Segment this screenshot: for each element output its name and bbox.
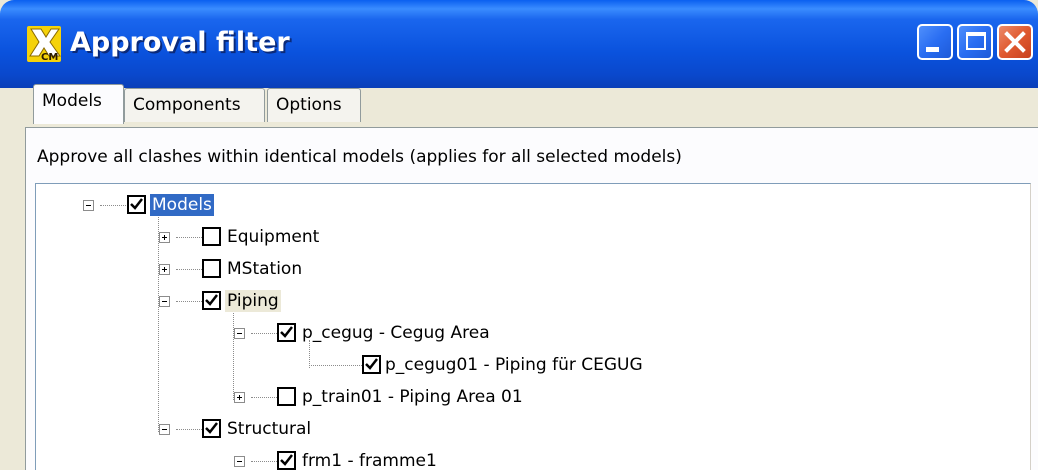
tree-node-label[interactable]: Structural (225, 418, 313, 440)
tab-options[interactable]: Options (267, 88, 361, 122)
checkbox-structural[interactable] (202, 419, 221, 438)
approval-filter-dialog: CM Approval filter Models Components Opt… (0, 0, 1038, 470)
minimize-button[interactable] (917, 24, 953, 60)
tree-node-equipment[interactable]: Equipment (36, 223, 436, 251)
collapse-icon[interactable] (159, 296, 170, 307)
maximize-icon (966, 32, 986, 50)
tab-strip: Models Components Options (0, 84, 1038, 130)
checkbox-p-cegug01[interactable] (362, 355, 381, 374)
panel-description: Approve all clashes within identical mod… (37, 147, 682, 167)
collapse-icon[interactable] (83, 200, 94, 211)
maximize-button[interactable] (957, 24, 993, 60)
checkbox-frm1[interactable] (277, 451, 296, 470)
checkbox-p-train01[interactable] (277, 387, 296, 406)
models-tab-panel: Approve all clashes within identical mod… (25, 127, 1038, 470)
expand-icon[interactable] (159, 232, 170, 243)
tree-node-p-train01[interactable]: p_train01 - Piping Area 01 (36, 383, 636, 411)
tree-node-label[interactable]: p_train01 - Piping Area 01 (300, 386, 525, 408)
tree-node-frm1[interactable]: frm1 - framme1 (36, 447, 439, 470)
app-icon: CM (27, 26, 61, 63)
svg-text:CM: CM (41, 52, 58, 62)
close-icon (1004, 31, 1026, 53)
checkbox-p-cegug[interactable] (277, 323, 296, 342)
tree-node-label[interactable]: MStation (225, 258, 304, 280)
tree-node-label[interactable]: Piping (225, 290, 281, 312)
tab-components[interactable]: Components (124, 88, 265, 122)
check-icon (280, 454, 293, 466)
check-icon (130, 198, 143, 210)
tree-node-label[interactable]: p_cegug01 - Piping für CEGUG (383, 354, 645, 376)
tree-node-label[interactable]: p_cegug - Cegug Area (300, 322, 492, 344)
tree-node-models[interactable]: Models (36, 191, 436, 219)
tree-node-label[interactable]: frm1 - framme1 (300, 450, 439, 470)
checkbox-piping[interactable] (202, 291, 221, 310)
tree-node-structural[interactable]: Structural (36, 415, 436, 443)
tree-node-piping[interactable]: Piping (36, 287, 436, 315)
collapse-icon[interactable] (159, 424, 170, 435)
title-bar[interactable]: CM Approval filter (0, 0, 1038, 88)
minimize-icon (926, 47, 939, 52)
tree-node-mstation[interactable]: MStation (36, 255, 436, 283)
checkbox-models[interactable] (127, 195, 146, 214)
checkbox-mstation[interactable] (202, 259, 221, 278)
tree-node-label[interactable]: Equipment (225, 226, 321, 248)
tab-models[interactable]: Models (33, 84, 124, 124)
close-button[interactable] (997, 24, 1033, 60)
checkbox-equipment[interactable] (202, 227, 221, 246)
tree-node-p-cegug[interactable]: p_cegug - Cegug Area (36, 319, 536, 347)
check-icon (365, 358, 378, 370)
window-title: Approval filter (70, 27, 290, 58)
tree-node-label[interactable]: Models (150, 194, 214, 216)
collapse-icon[interactable] (234, 456, 245, 467)
check-icon (205, 294, 218, 306)
check-icon (280, 326, 293, 338)
tree-node-p-cegug01[interactable]: p_cegug01 - Piping für CEGUG (36, 351, 643, 379)
check-icon (205, 422, 218, 434)
collapse-icon[interactable] (234, 328, 245, 339)
models-tree-view[interactable]: Models Equipment MStation Piping p_cegug… (35, 183, 1031, 470)
expand-icon[interactable] (159, 264, 170, 275)
expand-icon[interactable] (234, 392, 245, 403)
